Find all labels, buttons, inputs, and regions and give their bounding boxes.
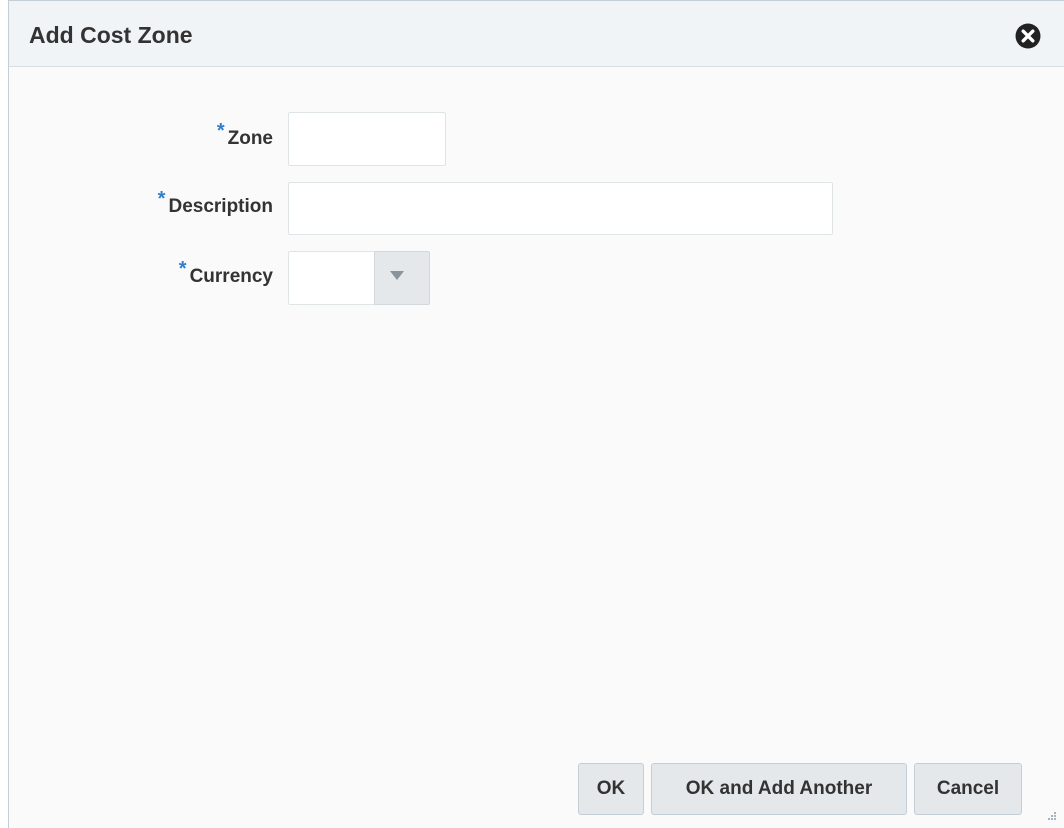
- ok-button[interactable]: OK: [578, 763, 644, 815]
- description-label-text: Description: [168, 196, 273, 217]
- zone-field[interactable]: [288, 112, 446, 166]
- currency-label-text: Currency: [189, 266, 273, 287]
- cancel-button[interactable]: Cancel: [914, 763, 1022, 815]
- close-circle-icon: [1015, 23, 1041, 49]
- currency-label: * Currency: [9, 258, 273, 288]
- resize-grip-icon[interactable]: [1043, 809, 1057, 823]
- dialog-title: Add Cost Zone: [29, 22, 193, 48]
- required-indicator: *: [216, 120, 225, 142]
- zone-label: * Zone: [9, 120, 273, 150]
- currency-input[interactable]: [289, 252, 376, 304]
- currency-select[interactable]: [288, 251, 376, 305]
- chevron-down-icon: [390, 271, 404, 280]
- dialog-title-bar[interactable]: Add Cost Zone: [9, 1, 1064, 67]
- required-indicator: *: [178, 258, 187, 280]
- add-cost-zone-dialog: Add Cost Zone * Zone * Description * Curren…: [8, 0, 1064, 828]
- zone-label-text: Zone: [227, 128, 273, 149]
- ok-and-add-another-button[interactable]: OK and Add Another: [651, 763, 907, 815]
- description-field[interactable]: [288, 182, 833, 235]
- description-input[interactable]: [289, 183, 832, 234]
- required-indicator: *: [157, 188, 166, 210]
- currency-dropdown-button[interactable]: [374, 251, 430, 305]
- description-label: * Description: [9, 188, 273, 218]
- zone-input[interactable]: [289, 113, 445, 165]
- close-icon[interactable]: [1015, 23, 1041, 49]
